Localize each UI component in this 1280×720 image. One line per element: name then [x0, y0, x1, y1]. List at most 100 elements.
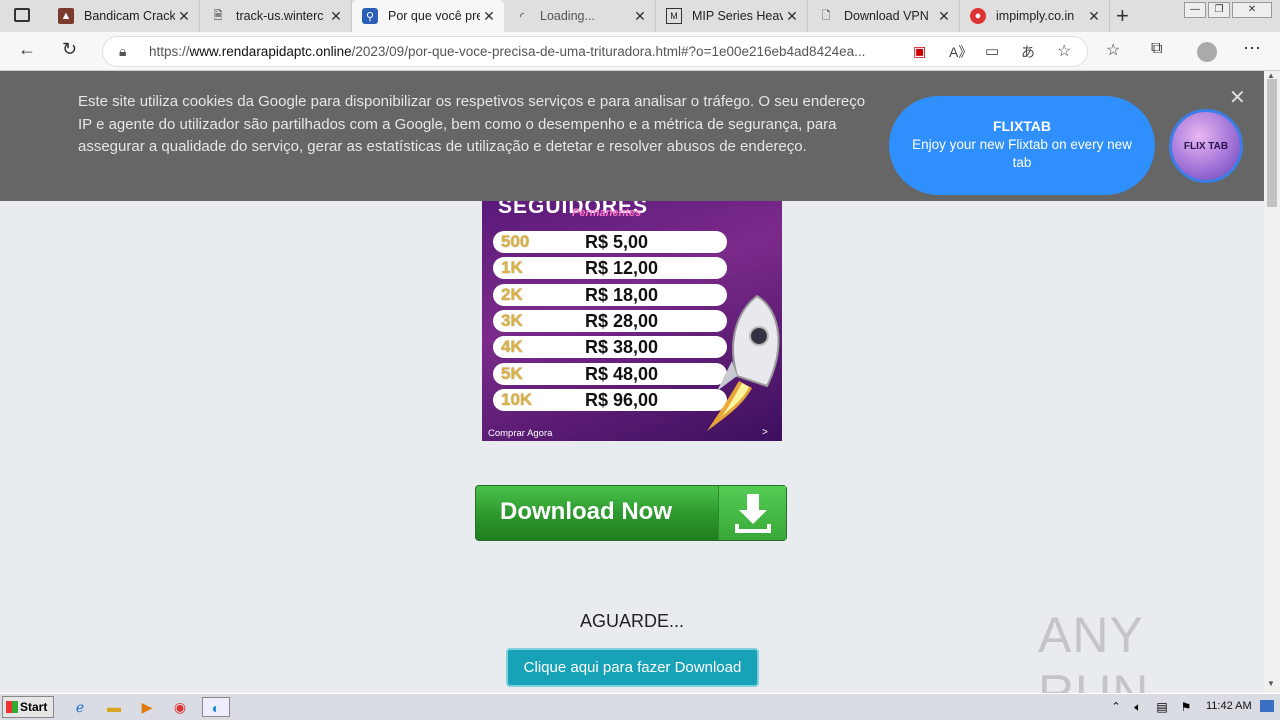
- tab-bandicam[interactable]: ▲ Bandicam Crack ✕: [48, 0, 200, 32]
- windows-logo-icon: [6, 701, 18, 713]
- network-icon[interactable]: ▤: [1152, 697, 1172, 717]
- tab-title: MIP Series Heav: [692, 9, 783, 23]
- flixtab-logo-text: FLIX TAB: [1183, 140, 1229, 152]
- cookie-banner: Este site utiliza cookies da Google para…: [0, 71, 1264, 201]
- chevron-right-icon: >: [762, 427, 768, 438]
- tab-title: track-us.winterc: [236, 9, 324, 23]
- price-row: 3K R$ 28,00: [493, 310, 727, 332]
- lock-icon[interactable]: 🔒︎: [119, 43, 126, 60]
- tab-mip[interactable]: M MIP Series Heav ✕: [656, 0, 808, 32]
- price-qty: 2K: [501, 285, 523, 304]
- price-value: R$ 28,00: [585, 311, 659, 331]
- volume-icon[interactable]: 🔈︎: [1128, 697, 1148, 717]
- ad-cta: Comprar Agora: [488, 428, 553, 439]
- close-icon[interactable]: ✕: [175, 8, 193, 25]
- taskbar: Start ℯ ▬ ▶ ◉ ◐ ⌃ 🔈︎ ▤ ⚑ 11:42 AM: [0, 693, 1280, 720]
- clock: 11:42 AM: [1206, 700, 1252, 712]
- download-now-button[interactable]: Download Now: [475, 485, 787, 541]
- tab-bar: ▲ Bandicam Crack ✕ 🗎 track-us.winterc ✕ …: [0, 0, 1280, 32]
- tab-por-que[interactable]: ⚲ Por que você pre ✕: [352, 0, 504, 32]
- price-row: 1K R$ 12,00: [493, 257, 727, 279]
- price-value: R$ 12,00: [585, 258, 659, 278]
- download-link-button[interactable]: Clique aqui para fazer Download: [506, 648, 759, 687]
- price-row: 4K R$ 38,00: [493, 336, 727, 358]
- close-icon[interactable]: ✕: [480, 8, 498, 25]
- close-icon[interactable]: ✕: [327, 8, 345, 25]
- bandicam-icon: ▲: [58, 8, 74, 24]
- flixtab-ad[interactable]: FLIXTAB Enjoy your new Flixtab on every …: [889, 96, 1155, 195]
- refresh-icon[interactable]: ↻: [62, 39, 77, 60]
- ie-icon[interactable]: ℯ: [70, 697, 90, 717]
- ad-subheadline: Permanentes: [572, 207, 642, 219]
- mip-icon: M: [666, 8, 682, 24]
- more-icon[interactable]: ⋯: [1243, 38, 1261, 59]
- url-text: https://www.rendarapidaptc.online/2023/0…: [149, 44, 866, 59]
- scroll-down-icon[interactable]: ▼: [1267, 679, 1275, 688]
- price-row: 500 R$ 5,00: [493, 231, 727, 253]
- collections-icon[interactable]: ⧉: [1151, 40, 1162, 58]
- price-value: R$ 38,00: [585, 337, 659, 357]
- download-now-label: Download Now: [500, 498, 672, 525]
- tab-title: Por que você pre: [388, 9, 480, 23]
- address-bar: ← ↻ 🔒︎ https://www.rendarapidaptc.online…: [0, 32, 1280, 71]
- price-value: R$ 5,00: [585, 232, 649, 252]
- flag-icon[interactable]: ⚑: [1176, 697, 1196, 717]
- restore-button[interactable]: ❐: [1208, 2, 1230, 18]
- document-icon: 🗋: [821, 9, 831, 22]
- chrome-icon[interactable]: ◉: [170, 697, 190, 717]
- tab-title: impimply.co.in: [996, 9, 1075, 23]
- translate-icon[interactable]: あ: [1021, 42, 1035, 62]
- tab-title: Bandicam Crack: [84, 9, 175, 23]
- price-qty: 4K: [501, 337, 523, 356]
- link-icon: ⚲: [362, 8, 378, 24]
- profile-avatar[interactable]: [1197, 42, 1217, 62]
- flixtab-title: FLIXTAB: [992, 118, 1052, 134]
- media-player-icon[interactable]: ▶: [137, 697, 157, 717]
- price-qty: 3K: [501, 311, 523, 330]
- read-aloud-icon[interactable]: A》: [949, 42, 972, 62]
- tab-title: Download VPN: [844, 9, 929, 23]
- immersive-reader-icon[interactable]: ▭: [985, 42, 999, 60]
- add-favorite-icon[interactable]: ☆: [1057, 41, 1071, 61]
- url-field[interactable]: 🔒︎ https://www.rendarapidaptc.online/202…: [102, 36, 1088, 67]
- tab-actions-icon[interactable]: [14, 8, 30, 22]
- folder-icon[interactable]: ▬: [104, 697, 124, 717]
- price-row: 2K R$ 18,00: [493, 284, 727, 306]
- close-icon[interactable]: ✕: [783, 8, 801, 25]
- blocked-popup-icon[interactable]: ▣: [913, 43, 926, 60]
- close-icon[interactable]: ✕: [631, 8, 649, 25]
- back-icon[interactable]: ←: [18, 39, 36, 60]
- price-qty: 1K: [501, 258, 523, 277]
- price-value: R$ 48,00: [585, 364, 659, 384]
- globe-icon: ●: [970, 8, 986, 24]
- price-row: 5K R$ 48,00: [493, 363, 727, 385]
- loading-icon: ◜: [519, 10, 525, 23]
- page-icon: 🗎: [213, 9, 223, 22]
- flixtab-logo[interactable]: FLIX TAB: [1169, 109, 1243, 183]
- price-qty: 5K: [501, 364, 523, 383]
- edge-icon[interactable]: ◐: [202, 697, 230, 717]
- flixtab-subtitle: Enjoy your new Flixtab on every new tab: [912, 137, 1132, 170]
- show-desktop-icon[interactable]: [1260, 700, 1274, 712]
- tab-track-us[interactable]: 🗎 track-us.winterc ✕: [200, 0, 352, 32]
- close-icon[interactable]: ✕: [935, 8, 953, 25]
- tab-title: Loading...: [540, 9, 595, 23]
- cookie-text: Este site utiliza cookies da Google para…: [78, 93, 866, 155]
- ad-banner[interactable]: SEGUIDORES Permanentes 500 R$ 5,00 1K R$…: [482, 201, 782, 441]
- close-icon[interactable]: ✕: [1085, 8, 1103, 25]
- show-hidden-icons[interactable]: ⌃: [1106, 697, 1126, 717]
- close-window-button[interactable]: ✕: [1232, 2, 1272, 18]
- tab-loading[interactable]: ◜ Loading... ✕: [504, 0, 656, 32]
- new-tab-button[interactable]: +: [1116, 3, 1129, 29]
- rocket-icon: [707, 294, 780, 431]
- scrollbar-thumb[interactable]: [1267, 79, 1277, 207]
- start-label: Start: [20, 700, 48, 714]
- minimize-button[interactable]: —: [1184, 2, 1206, 18]
- scrollbar[interactable]: ▲ ▼: [1264, 71, 1280, 693]
- tab-download-vpn[interactable]: 🗋 Download VPN ✕: [808, 0, 960, 32]
- price-row: 10K R$ 96,00: [493, 389, 727, 411]
- start-button[interactable]: Start: [2, 696, 54, 718]
- tab-impimply[interactable]: ● impimply.co.in ✕: [960, 0, 1110, 32]
- close-icon[interactable]: ✕: [1229, 85, 1246, 110]
- favorites-icon[interactable]: ☆: [1106, 40, 1120, 60]
